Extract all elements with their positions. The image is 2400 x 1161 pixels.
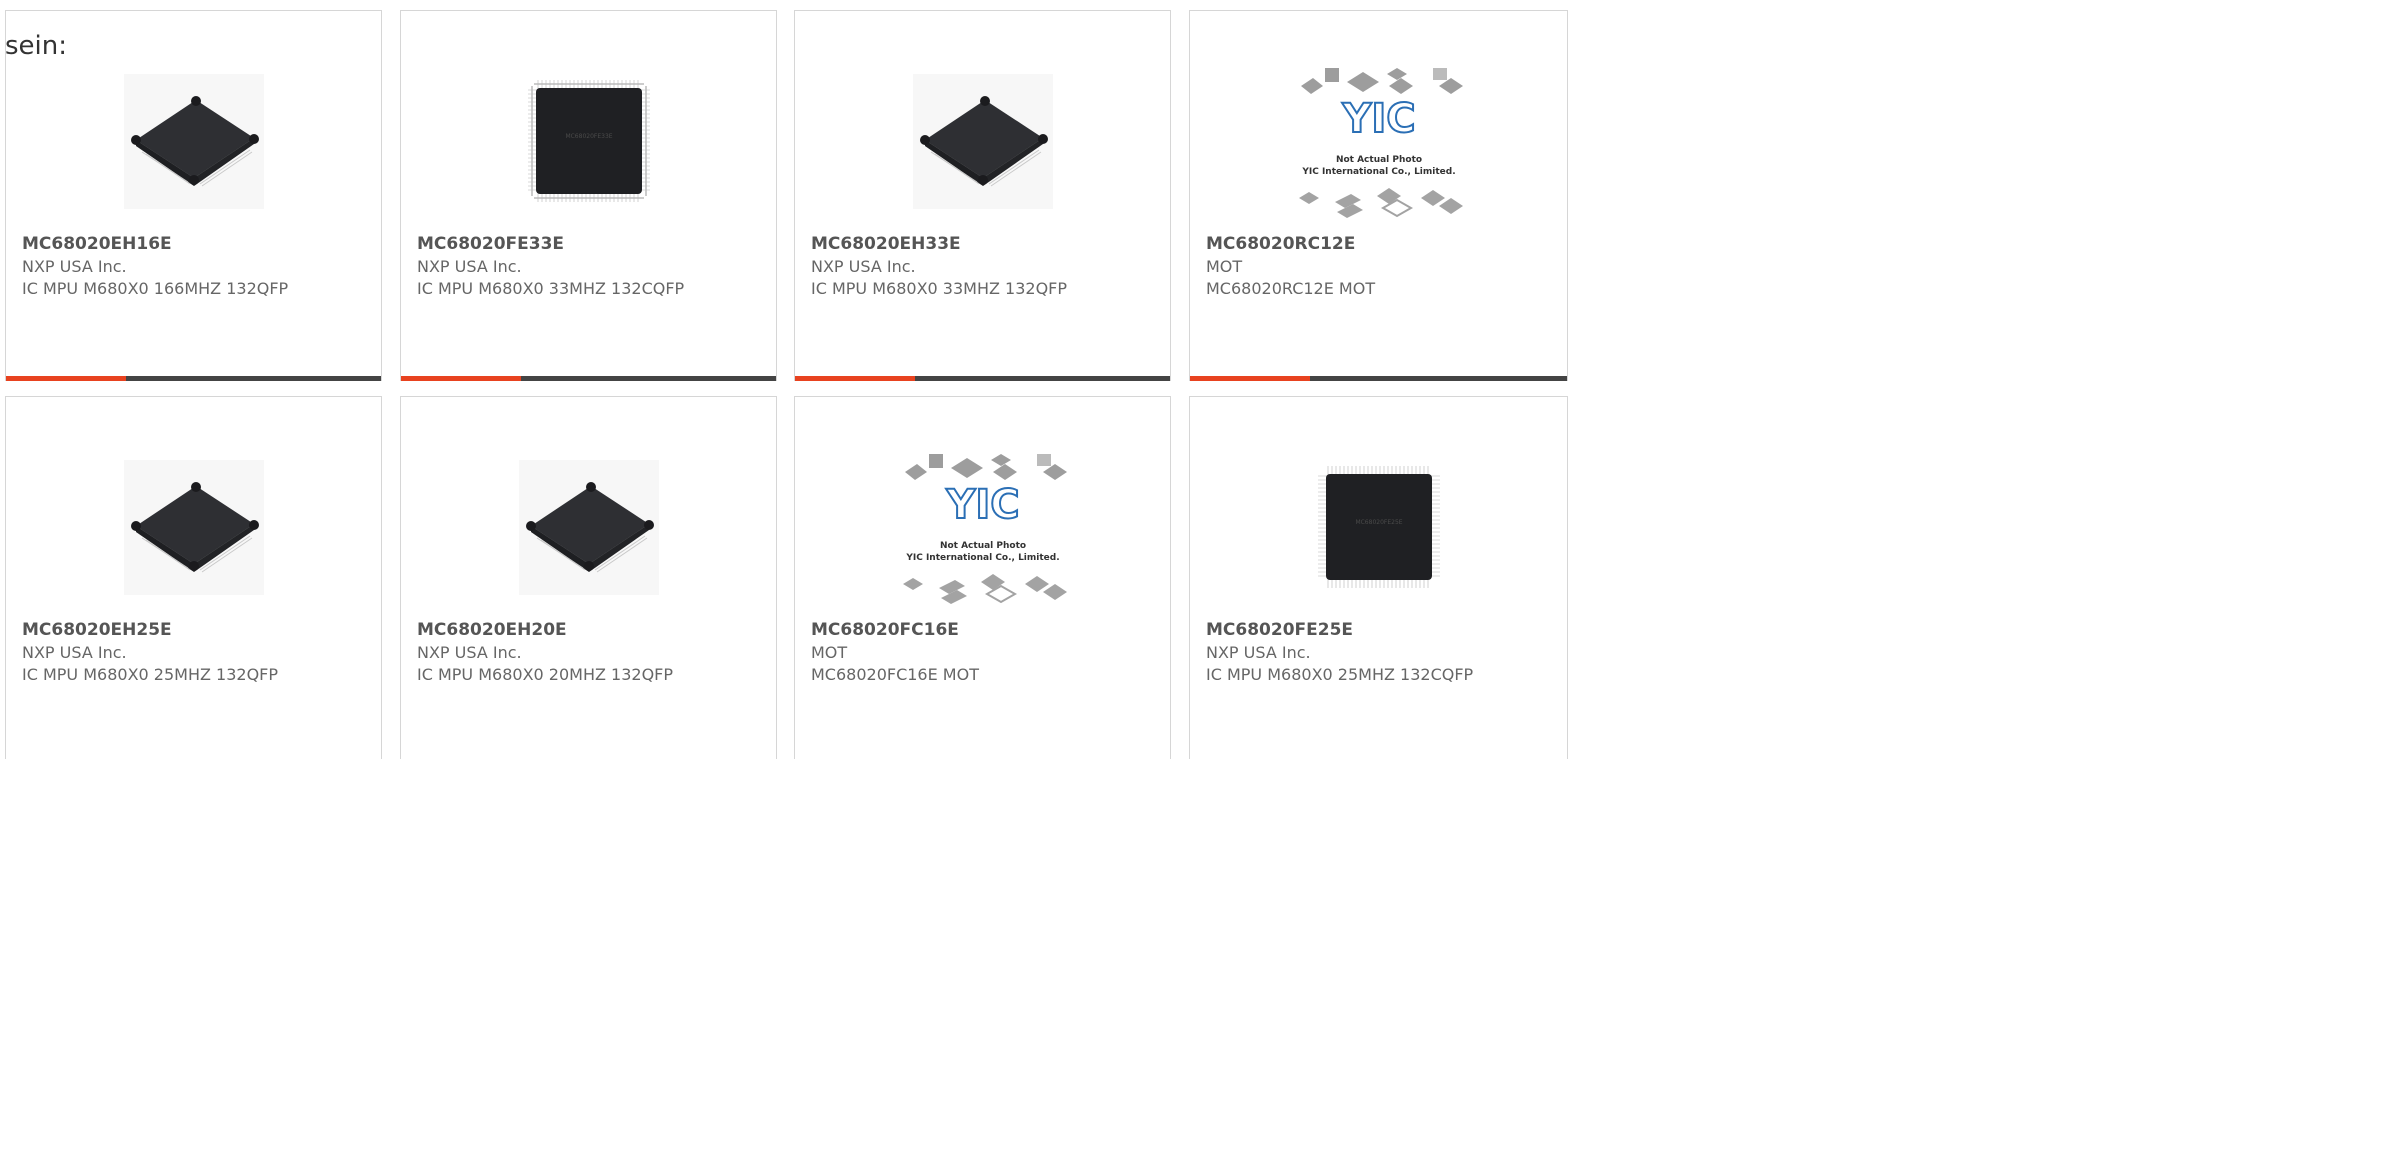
yic-placeholder-icon: YIC Not Actual Photo YIC International C… [1298,68,1463,218]
part-number[interactable]: MC68020RC12E [1206,233,1557,256]
description: IC MPU M680X0 166MHZ 132QFP [22,279,289,298]
product-image[interactable] [795,51,1170,231]
svg-text:MC68020FE25E: MC68020FE25E [1355,519,1402,526]
yic-placeholder-icon: YIC Not Actual Photo YIC International C… [902,454,1067,604]
description: MC68020FC16E MOT [811,665,979,684]
manufacturer: MOT [811,643,848,662]
description: IC MPU M680X0 25MHZ 132CQFP [1206,665,1474,684]
description: MC68020RC12E MOT [1206,279,1376,298]
description: IC MPU M680X0 20MHZ 132QFP [417,665,674,684]
description: IC MPU M680X0 33MHZ 132CQFP [417,279,685,298]
part-number[interactable]: MC68020FE33E [417,233,766,256]
placeholder-caption-1: Not Actual Photo [1335,155,1421,165]
product-card[interactable]: YIC Not Actual Photo YIC International C… [1189,10,1568,381]
product-card[interactable]: MC68020EH33E NXP USA Inc. IC MPU M680X0 … [794,10,1171,381]
part-number[interactable]: MC68020EH25E [22,619,371,642]
card-accent [401,376,521,381]
manufacturer: NXP USA Inc. [22,257,127,276]
placeholder-caption-2: YIC International Co., Limited. [1301,167,1455,177]
product-card[interactable]: MC68020FE33E MC68020FE33E NXP USA Inc. I… [400,10,777,381]
product-image[interactable]: YIC Not Actual Photo YIC International C… [795,437,1170,617]
svg-text:YIC: YIC [1341,96,1415,142]
intro-text: sein: [5,31,68,61]
part-number[interactable]: MC68020EH16E [22,233,371,256]
cqfp-chip-top-icon: MC68020FE25E [1313,462,1444,592]
product-card[interactable]: MC68020EH16E NXP USA Inc. IC MPU M680X0 … [5,10,382,381]
product-image[interactable]: YIC Not Actual Photo YIC International C… [1190,51,1567,231]
product-image[interactable]: MC68020FE33E [401,51,776,231]
card-bottom-bar [401,376,776,381]
card-bottom-bar [6,376,381,381]
product-card[interactable]: YIC Not Actual Photo YIC International C… [794,396,1171,759]
qfp-chip-angled-icon [518,459,659,595]
description: IC MPU M680X0 33MHZ 132QFP [811,279,1068,298]
card-bottom-bar [795,376,1170,381]
product-card[interactable]: MC68020EH20E NXP USA Inc. IC MPU M680X0 … [400,396,777,759]
part-number[interactable]: MC68020EH20E [417,619,766,642]
product-card[interactable]: MC68020EH25E NXP USA Inc. IC MPU M680X0 … [5,396,382,759]
cqfp-chip-top-icon: MC68020FE33E [523,76,654,206]
svg-text:MC68020FE33E: MC68020FE33E [565,133,612,140]
product-image[interactable] [6,51,381,231]
svg-text:YIC: YIC [945,482,1019,528]
product-image[interactable]: MC68020FE25E [1190,437,1567,617]
manufacturer: NXP USA Inc. [1206,643,1311,662]
product-image[interactable] [6,437,381,617]
product-grid-page: sein: MC68020EH16E NXP USA Inc. IC MPU M… [0,0,1568,759]
description: IC MPU M680X0 25MHZ 132QFP [22,665,279,684]
product-image[interactable] [401,437,776,617]
qfp-chip-angled-icon [123,73,264,209]
part-number[interactable]: MC68020FE25E [1206,619,1557,642]
card-bottom-bar [1190,376,1567,381]
card-accent [6,376,126,381]
placeholder-caption-1: Not Actual Photo [939,541,1025,551]
product-card[interactable]: MC68020FE25E MC68020FE25E NXP USA Inc. I… [1189,396,1568,759]
part-number[interactable]: MC68020EH33E [811,233,1160,256]
manufacturer: NXP USA Inc. [22,643,127,662]
card-accent [795,376,915,381]
card-accent [1190,376,1310,381]
manufacturer: MOT [1206,257,1243,276]
manufacturer: NXP USA Inc. [417,643,522,662]
placeholder-caption-2: YIC International Co., Limited. [905,553,1059,563]
part-number[interactable]: MC68020FC16E [811,619,1160,642]
manufacturer: NXP USA Inc. [811,257,916,276]
qfp-chip-angled-icon [912,73,1053,209]
manufacturer: NXP USA Inc. [417,257,522,276]
qfp-chip-angled-icon [123,459,264,595]
